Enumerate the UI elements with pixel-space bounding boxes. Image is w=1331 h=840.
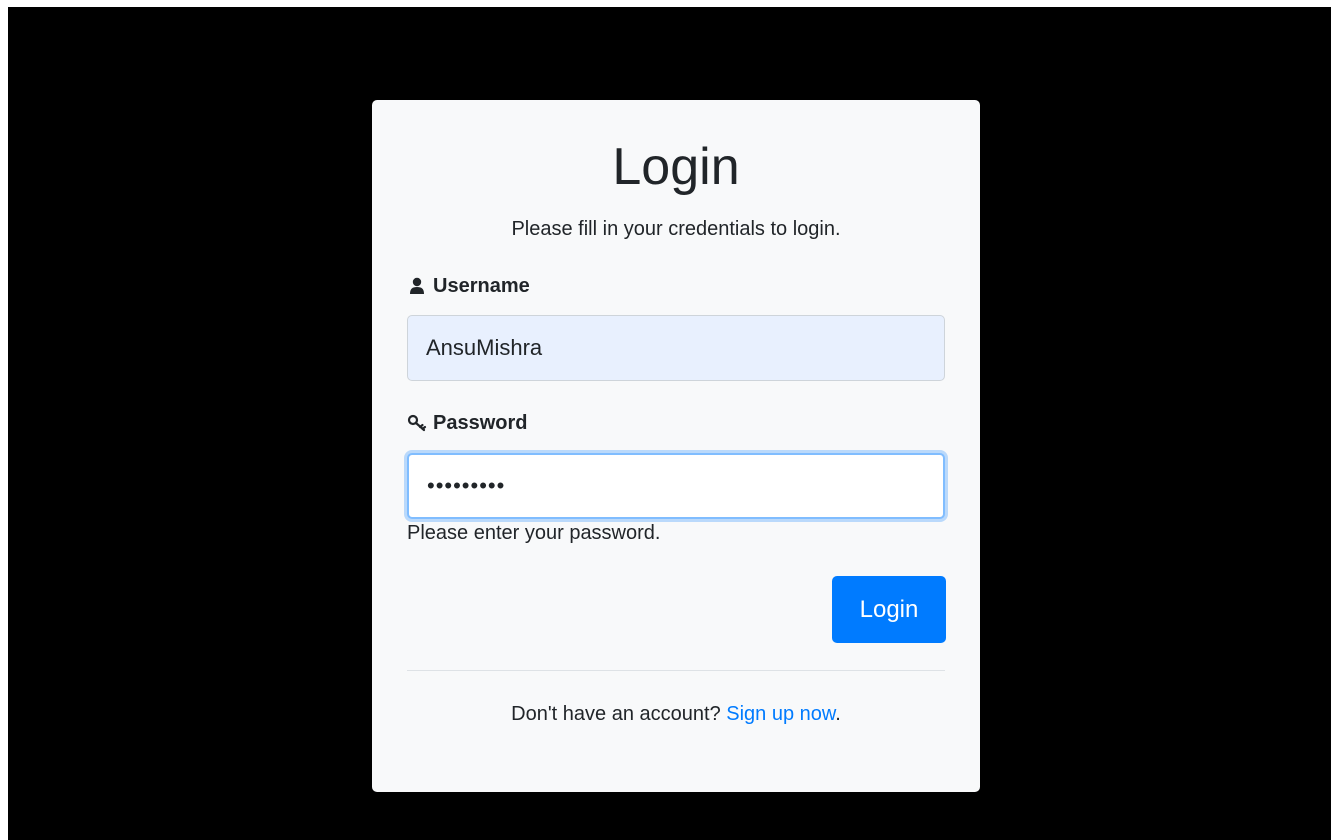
username-label-text: Username	[433, 275, 530, 297]
signup-link[interactable]: Sign up now	[726, 703, 835, 725]
password-help-text: Please enter your password.	[407, 522, 661, 544]
login-card: Login Please fill in your credentials to…	[372, 100, 980, 792]
page-backdrop: Login Please fill in your credentials to…	[8, 7, 1331, 840]
signup-prompt-end: .	[835, 703, 841, 725]
username-label: Username	[407, 274, 530, 298]
password-input[interactable]	[407, 453, 945, 519]
signup-prompt-text: Don't have an account?	[511, 703, 721, 725]
page-title: Login	[612, 138, 740, 196]
user-icon	[407, 276, 427, 296]
key-icon	[407, 413, 427, 433]
login-button[interactable]: Login	[832, 576, 946, 643]
username-input[interactable]	[407, 315, 945, 381]
password-label: Password	[407, 411, 527, 435]
password-label-text: Password	[433, 412, 528, 434]
divider	[407, 670, 945, 671]
signup-prompt: Don't have an account? Sign up now.	[372, 702, 980, 726]
page-subtitle: Please fill in your credentials to login…	[511, 218, 841, 240]
